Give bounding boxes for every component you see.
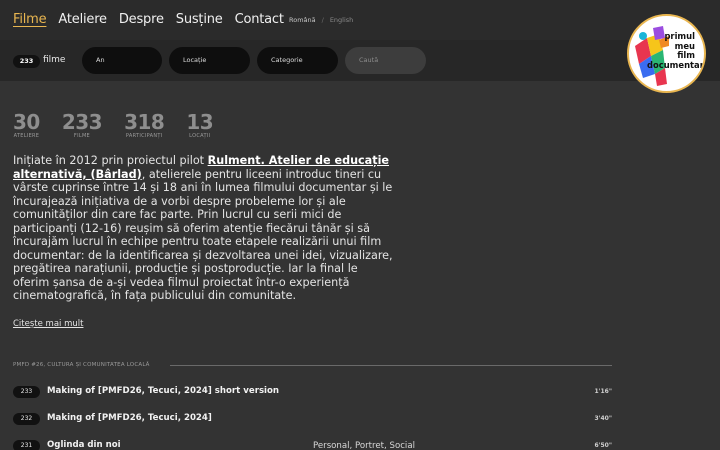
year-filter-label: An xyxy=(96,56,105,64)
intro-text-before: Inițiate în 2012 prin proiectul pilot xyxy=(13,154,208,167)
stat-participanti: 318 PARTICIPANȚI xyxy=(124,110,165,139)
film-duration: 1'16" xyxy=(594,388,613,395)
filter-bar: 233 filme An Locație Categorie Caută xyxy=(0,40,720,81)
stat-filme: 233 FILME xyxy=(61,110,103,139)
nav-contact[interactable]: Contact xyxy=(235,12,284,27)
film-count-label: filme xyxy=(43,55,66,65)
intro-paragraph: Inițiate în 2012 prin proiectul pilot Ru… xyxy=(13,154,393,303)
stat-label: LOCAȚII xyxy=(189,133,211,139)
category-filter[interactable]: Categorie xyxy=(257,47,338,74)
location-filter[interactable]: Locație xyxy=(169,47,250,74)
film-row[interactable]: 233 Making of [PMFD26, Tecuci, 2024] sho… xyxy=(13,384,612,400)
main-nav: Filme Ateliere Despre Susține Contact xyxy=(13,12,296,27)
nav-filme[interactable]: Filme xyxy=(13,12,47,27)
nav-despre[interactable]: Despre xyxy=(119,12,164,27)
stat-locatii: 13 LOCAȚII xyxy=(186,112,213,139)
film-title[interactable]: Making of [PMFD26, Tecuci, 2024] short v… xyxy=(47,386,279,396)
lang-separator: / xyxy=(321,16,324,24)
nav-sustine[interactable]: Susține xyxy=(176,12,223,27)
stats-row: 30 ATELIERE 233 FILME 318 PARTICIPANȚI 1… xyxy=(13,112,235,139)
film-title[interactable]: Oglinda din noi xyxy=(47,440,121,450)
film-number-badge: 232 xyxy=(13,413,40,425)
section-title: PMFD #26, CULTURA ȘI COMUNITATEA LOCALĂ xyxy=(13,362,150,368)
film-title[interactable]: Making of [PMFD26, Tecuci, 2024] xyxy=(47,413,212,423)
stat-value: 233 xyxy=(61,110,103,134)
location-filter-label: Locație xyxy=(183,56,207,64)
search-input[interactable]: Caută xyxy=(345,47,426,74)
category-filter-label: Categorie xyxy=(271,56,303,64)
film-number-badge: 233 xyxy=(13,386,40,398)
film-row[interactable]: 232 Making of [PMFD26, Tecuci, 2024] 3'4… xyxy=(13,411,612,427)
film-row[interactable]: 231 Oglinda din noi Personal, Portret, S… xyxy=(13,438,612,450)
search-placeholder: Caută xyxy=(359,56,379,64)
site-logo[interactable]: primul meu film documentar xyxy=(627,14,706,93)
logo-text: primul meu film documentar xyxy=(647,31,704,70)
logo-line-4: documentar xyxy=(647,59,704,70)
stat-value: 30 xyxy=(13,110,40,134)
film-tags: Personal, Portret, Social xyxy=(313,441,415,450)
film-duration: 6'50" xyxy=(594,442,613,449)
stat-value: 318 xyxy=(124,110,165,134)
film-duration: 3'40" xyxy=(594,415,613,422)
lang-romana[interactable]: Română xyxy=(289,16,316,24)
film-number-badge: 231 xyxy=(13,440,40,450)
section-divider xyxy=(170,365,612,366)
stat-label: PARTICIPANȚI xyxy=(125,133,163,139)
stat-label: ATELIERE xyxy=(13,133,40,139)
stat-value: 13 xyxy=(186,110,214,134)
stat-ateliere: 30 ATELIERE xyxy=(13,112,40,139)
read-more-link[interactable]: Citește mai mult xyxy=(13,319,83,329)
year-filter[interactable]: An xyxy=(82,47,162,74)
film-count-badge: 233 xyxy=(13,55,40,68)
lang-english[interactable]: English xyxy=(330,16,353,24)
language-switcher: Română / English xyxy=(289,16,353,24)
top-navigation-bar: Filme Ateliere Despre Susține Contact Ro… xyxy=(0,0,720,40)
nav-ateliere[interactable]: Ateliere xyxy=(58,12,107,27)
intro-text-after: , atelierele pentru liceeni introduc tin… xyxy=(13,167,393,303)
